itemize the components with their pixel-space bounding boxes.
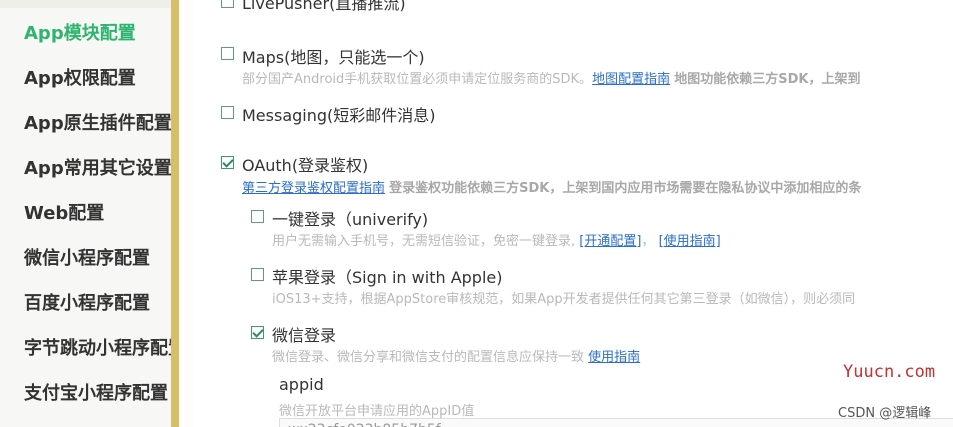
sidebar-item-app-other-settings[interactable]: App常用其它设置 [24,154,171,180]
watermark-text: Yuucn.com [843,362,936,382]
messaging-checkbox[interactable] [221,106,234,119]
sidebar-top-strip [0,0,171,8]
univerify-label: 一键登录（univerify) [272,210,429,229]
weixin-guide-link[interactable]: 使用指南 [588,350,640,365]
oauth-description: 第三方登录鉴权配置指南 登录鉴权功能依赖三方SDK，上架到国内应用市场需要在隐私… [242,177,861,196]
appid-label: appid [279,375,324,394]
sidebar-scroll-accent [171,0,179,427]
maps-label: Maps(地图，只能选一个) [242,48,425,67]
sidebar-item-app-native-plugins[interactable]: App原生插件配置 [24,109,171,135]
weixin-login-description: 微信登录、微信分享和微信支付的配置信息应保持一致 使用指南 [272,346,640,365]
univerify-description: 用户无需输入手机号，无需短信验证，免密一键登录, [开通配置]， [使用指南] [272,230,721,249]
oauth-desc-bold: 登录鉴权功能依赖三方SDK，上架到国内应用市场需要在隐私协议中添加相应的条 [389,181,862,196]
sidebar-item-app-permissions[interactable]: App权限配置 [24,64,136,90]
content-gutter [179,0,193,427]
sidebar-item-bytedance-mp[interactable]: 字节跳动小程序配置 [24,334,171,360]
sidebar-item-baidu-mp[interactable]: 百度小程序配置 [24,289,150,315]
univerify-separator: ， [641,234,655,249]
maps-desc-text: 部分国产Android手机获取位置必须申请定位服务商的SDK。 [242,72,593,87]
univerify-desc-text: 用户无需输入手机号，无需短信验证，免密一键登录, [272,234,576,249]
univerify-guide-link[interactable]: [使用指南] [659,234,721,249]
sidebar-item-alipay-mp[interactable]: 支付宝小程序配置 [24,379,168,405]
oauth-guide-link[interactable]: 第三方登录鉴权配置指南 [242,181,385,196]
sidebar: App模块配置 App权限配置 App原生插件配置 App常用其它设置 Web配… [0,0,171,427]
csdn-credit: CSDN @逻辑峰 [838,406,932,421]
univerify-checkbox[interactable] [251,210,264,223]
livepusher-label: LivePusher(直播推流) [242,0,406,13]
weixin-login-checkbox[interactable] [251,326,264,339]
maps-desc-bold: 地图功能依赖三方SDK，上架到 [674,72,861,87]
apple-login-checkbox[interactable] [251,268,264,281]
sidebar-item-web[interactable]: Web配置 [24,199,104,225]
apple-login-description: iOS13+支持，根据AppStore审核规范，如果App开发者提供任何其它第三… [272,292,856,307]
maps-description: 部分国产Android手机获取位置必须申请定位服务商的SDK。地图配置指南 地图… [242,68,860,87]
sidebar-item-weixin-mp[interactable]: 微信小程序配置 [24,244,150,270]
appid-description: 微信开放平台申请应用的AppID值 [279,404,475,419]
weixin-desc-text: 微信登录、微信分享和微信支付的配置信息应保持一致 [272,350,585,365]
livepusher-checkbox[interactable] [221,0,234,8]
messaging-label: Messaging(短彩邮件消息) [242,106,436,125]
oauth-checkbox[interactable] [221,156,234,169]
oauth-label: OAuth(登录鉴权) [242,156,369,175]
univerify-setup-link[interactable]: [开通配置] [579,234,641,249]
maps-checkbox[interactable] [221,47,234,60]
apple-login-label: 苹果登录（Sign in with Apple) [272,268,503,287]
maps-guide-link[interactable]: 地图配置指南 [592,72,670,87]
weixin-login-label: 微信登录 [272,326,337,345]
sidebar-item-app-modules[interactable]: App模块配置 [24,19,136,45]
